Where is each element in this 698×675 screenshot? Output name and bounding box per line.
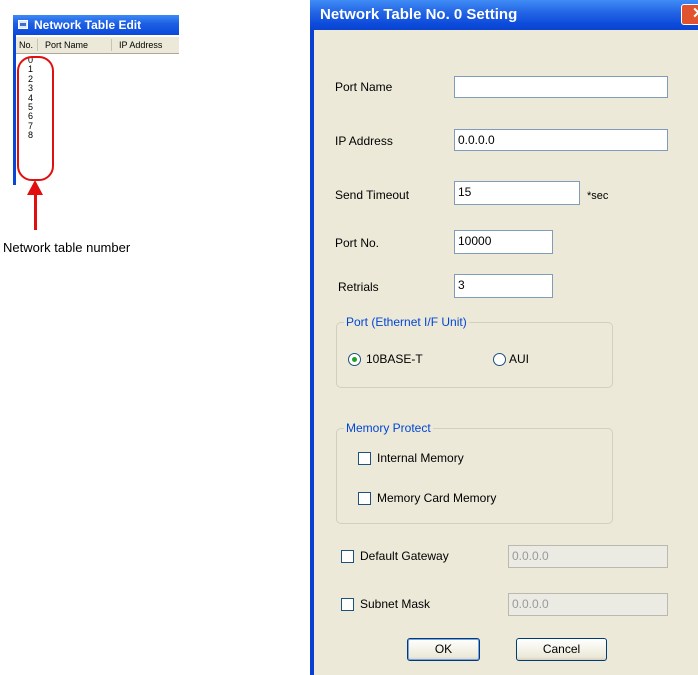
internal-memory-label[interactable]: Internal Memory bbox=[377, 451, 464, 465]
ip-address-input[interactable]: 0.0.0.0 bbox=[454, 129, 668, 151]
column-divider[interactable] bbox=[37, 39, 38, 51]
window-icon bbox=[18, 20, 28, 29]
default-gateway-label[interactable]: Default Gateway bbox=[360, 549, 449, 563]
card-memory-checkbox[interactable] bbox=[358, 492, 371, 505]
retrials-input[interactable]: 3 bbox=[454, 274, 553, 298]
port-name-input[interactable] bbox=[454, 76, 668, 98]
port-no-label: Port No. bbox=[335, 236, 380, 250]
ok-button[interactable]: OK bbox=[407, 638, 480, 661]
annotation-caption: Network table number bbox=[3, 240, 131, 255]
column-divider[interactable] bbox=[111, 39, 112, 51]
close-icon: ✕ bbox=[692, 5, 698, 23]
network-table-setting-dialog: Network Table No. 0 Setting ✕ Port Name … bbox=[310, 0, 698, 675]
highlight-oval bbox=[17, 56, 54, 181]
port-group-title: Port (Ethernet I/F Unit) bbox=[344, 315, 469, 329]
memory-protect-title: Memory Protect bbox=[344, 421, 433, 435]
radio-10base-t-label[interactable]: 10BASE-T bbox=[366, 352, 423, 366]
subnet-mask-label[interactable]: Subnet Mask bbox=[360, 597, 430, 611]
dialog-title-bar: Network Table No. 0 Setting ✕ bbox=[310, 0, 698, 30]
cancel-button[interactable]: Cancel bbox=[516, 638, 607, 661]
mini-title-bar: Network Table Edit bbox=[13, 15, 179, 35]
port-name-label: Port Name bbox=[335, 80, 393, 94]
default-gateway-input[interactable]: 0.0.0.0 bbox=[508, 545, 668, 568]
mini-window-title: Network Table Edit bbox=[34, 18, 142, 32]
column-header-ip-address[interactable]: IP Address bbox=[119, 37, 162, 53]
send-timeout-label: Send Timeout bbox=[335, 188, 410, 202]
memory-protect-group: Memory Protect Internal Memory Memory Ca… bbox=[336, 421, 613, 524]
subnet-mask-checkbox[interactable] bbox=[341, 598, 354, 611]
default-gateway-checkbox[interactable] bbox=[341, 550, 354, 563]
port-no-input[interactable]: 10000 bbox=[454, 230, 553, 254]
card-memory-label[interactable]: Memory Card Memory bbox=[377, 491, 496, 505]
radio-aui[interactable] bbox=[493, 353, 506, 366]
send-timeout-unit: *sec bbox=[587, 190, 609, 202]
column-header-port-name[interactable]: Port Name bbox=[45, 37, 88, 53]
table-header: No. Port Name IP Address bbox=[16, 37, 179, 54]
subnet-mask-input[interactable]: 0.0.0.0 bbox=[508, 593, 668, 616]
arrow-shaft bbox=[34, 193, 37, 230]
close-button[interactable]: ✕ bbox=[681, 4, 698, 25]
port-group: Port (Ethernet I/F Unit) 10BASE-T AUI bbox=[336, 315, 613, 388]
radio-10base-t[interactable] bbox=[348, 353, 361, 366]
send-timeout-input[interactable]: 15 bbox=[454, 181, 580, 205]
ip-address-label: IP Address bbox=[335, 134, 393, 148]
internal-memory-checkbox[interactable] bbox=[358, 452, 371, 465]
dialog-title: Network Table No. 0 Setting bbox=[320, 6, 518, 23]
column-header-no[interactable]: No. bbox=[19, 37, 33, 53]
retrials-label: Retrials bbox=[338, 280, 379, 294]
radio-aui-label[interactable]: AUI bbox=[509, 352, 529, 366]
